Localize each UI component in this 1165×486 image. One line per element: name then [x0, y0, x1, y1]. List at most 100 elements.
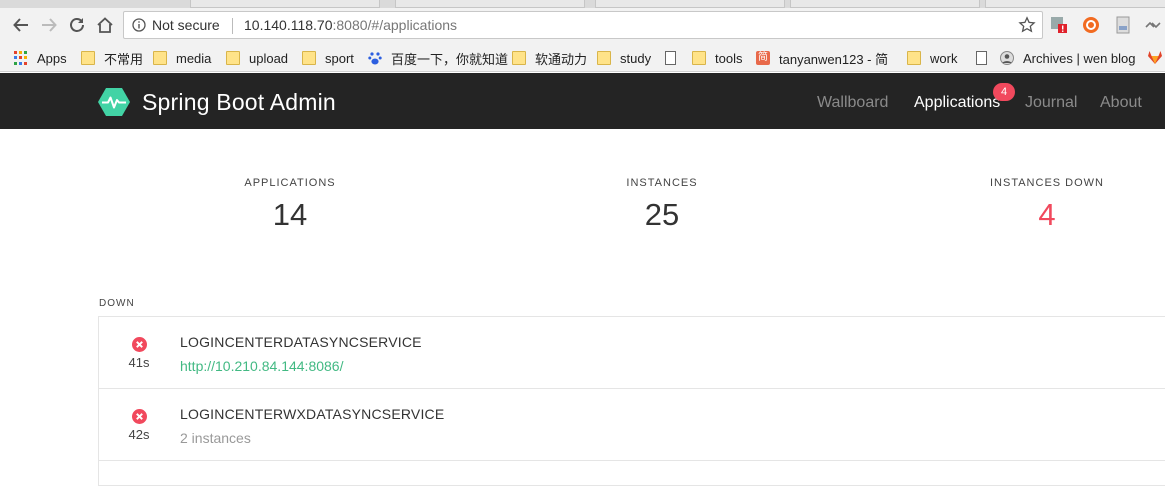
folder-icon: [153, 51, 167, 65]
app-navbar: Spring Boot Admin Wallboard Applications…: [0, 73, 1165, 129]
bookmark-folder[interactable]: media: [153, 49, 211, 67]
status-column: 41s: [119, 337, 159, 370]
folder-icon: [512, 51, 526, 65]
blog-avatar-icon: [1000, 51, 1014, 65]
browser-toolbar: Not secure 10.140.118.70:8080/#/applicat…: [0, 8, 1165, 42]
bookmark-label: Apps: [37, 50, 67, 66]
address-url[interactable]: 10.140.118.70:8080/#/applications: [244, 17, 457, 33]
folder-icon: [81, 51, 95, 65]
folder-icon: [302, 51, 316, 65]
browser-tab[interactable]: [595, 0, 785, 8]
bookmark-folder[interactable]: work: [907, 49, 957, 67]
page-icon: [976, 51, 987, 65]
browser-tab[interactable]: [985, 0, 1165, 8]
status-down-icon: [131, 409, 147, 424]
bookmark-page[interactable]: [976, 49, 996, 67]
applications-down-badge: 4: [993, 83, 1015, 101]
browser-tab[interactable]: [395, 0, 585, 8]
info-icon[interactable]: [132, 18, 146, 32]
application-row[interactable]: 42s LOGINCENTERWXDATASYNCSERVICE 2 insta…: [99, 389, 1165, 461]
apps-icon: [14, 51, 28, 65]
app-title: Spring Boot Admin: [142, 88, 336, 115]
heartbeat-logo-icon: [98, 88, 130, 116]
brand[interactable]: Spring Boot Admin: [98, 87, 336, 117]
gitlab-icon[interactable]: [1146, 48, 1164, 66]
address-separator: [232, 18, 233, 34]
stat-instances-down: INSTANCES DOWN 4: [927, 177, 1165, 233]
folder-icon: [597, 51, 611, 65]
bookmark-label: 百度一下，你就知道: [391, 51, 509, 67]
reload-icon: [70, 18, 84, 32]
extension-alert-icon[interactable]: [1050, 16, 1068, 34]
nav-journal[interactable]: Journal: [1025, 94, 1077, 112]
stat-value: 4: [1038, 197, 1056, 232]
bookmark-label: study: [620, 50, 652, 66]
application-row[interactable]: 41s LOGINCENTERDATASYNCSERVICE http://10…: [99, 317, 1165, 389]
folder-icon: [692, 51, 706, 65]
stat-value: 14: [272, 197, 308, 232]
status-column: 42s: [119, 409, 159, 442]
baidu-icon: [368, 52, 382, 65]
status-duration: 42s: [128, 427, 150, 442]
bookmark-page[interactable]: [665, 49, 685, 67]
jianshu-icon: 简: [756, 51, 770, 65]
bookmark-folder[interactable]: upload: [226, 49, 288, 67]
stat-applications: APPLICATIONS 14: [170, 177, 410, 233]
browser-tab[interactable]: [790, 0, 980, 8]
folder-icon: [226, 51, 240, 65]
folder-icon: [907, 51, 921, 65]
arrow-right-icon: [42, 18, 57, 32]
application-name: LOGINCENTERWXDATASYNCSERVICE: [180, 406, 445, 422]
instance-url-link[interactable]: http://10.210.84.144:8086/: [180, 358, 343, 374]
back-button[interactable]: [10, 14, 32, 36]
bookmarks-bar: Apps 不常用 media upload sport 百度一下，你就知道 软通…: [0, 42, 1165, 72]
reload-button[interactable]: [66, 14, 88, 36]
nav-applications[interactable]: Applications: [914, 94, 1000, 112]
bookmark-label: 不常用: [104, 51, 144, 67]
status-down-icon: [131, 337, 147, 352]
section-label-down: DOWN: [99, 298, 135, 309]
bookmark-blog[interactable]: Archives | wen blog: [1000, 49, 1136, 67]
ubuntu-icon[interactable]: [1082, 16, 1100, 34]
home-button[interactable]: [94, 14, 116, 36]
bookmark-folder[interactable]: 不常用: [81, 49, 143, 67]
bookmark-label: Archives | wen blog: [1023, 50, 1136, 66]
bookmark-label: tanyanwen123 - 简: [779, 51, 889, 67]
stat-label: INSTANCES: [626, 177, 698, 189]
forward-button[interactable]: [38, 14, 60, 36]
bookmark-label: work: [930, 50, 958, 66]
application-list: 41s LOGINCENTERDATASYNCSERVICE http://10…: [98, 316, 1165, 486]
bookmark-folder[interactable]: 软通动力: [512, 49, 587, 67]
stat-value: 25: [644, 197, 680, 232]
bookmark-label: media: [176, 50, 212, 66]
bookmark-folder[interactable]: study: [597, 49, 651, 67]
bookmark-folder[interactable]: sport: [302, 49, 354, 67]
browser-tabstrip: [0, 0, 1165, 8]
instance-count: 2 instances: [180, 430, 251, 446]
browser-tab[interactable]: [190, 0, 380, 8]
application-name: LOGINCENTERDATASYNCSERVICE: [180, 334, 422, 350]
bookmark-apps[interactable]: Apps: [14, 49, 67, 67]
extension-doc-icon[interactable]: [1114, 16, 1132, 34]
arrow-left-icon: [13, 18, 28, 32]
nav-about[interactable]: About: [1100, 94, 1142, 112]
page-icon: [665, 51, 676, 65]
stat-label: APPLICATIONS: [244, 177, 336, 189]
nav-wallboard[interactable]: Wallboard: [817, 94, 888, 112]
bookmark-label: 软通动力: [535, 51, 588, 67]
bookmark-label: upload: [249, 50, 289, 66]
status-duration: 41s: [128, 355, 150, 370]
bookmark-star-icon[interactable]: [1018, 16, 1036, 34]
address-bar[interactable]: Not secure 10.140.118.70:8080/#/applicat…: [123, 11, 1043, 39]
bookmark-baidu[interactable]: 百度一下，你就知道: [368, 49, 508, 67]
stat-label: INSTANCES DOWN: [989, 177, 1105, 189]
bookmark-folder[interactable]: tools: [692, 49, 742, 67]
home-icon: [97, 17, 113, 33]
extension-arrows-icon[interactable]: [1144, 16, 1162, 34]
url-host: 10.140.118.70: [244, 17, 333, 33]
bookmark-label: tools: [715, 50, 743, 66]
bookmark-jianshu[interactable]: 简 tanyanwen123 - 简: [756, 49, 888, 67]
stat-instances: INSTANCES 25: [542, 177, 782, 233]
security-status[interactable]: Not secure: [152, 17, 220, 33]
url-path: :8080/#/applications: [332, 17, 458, 33]
